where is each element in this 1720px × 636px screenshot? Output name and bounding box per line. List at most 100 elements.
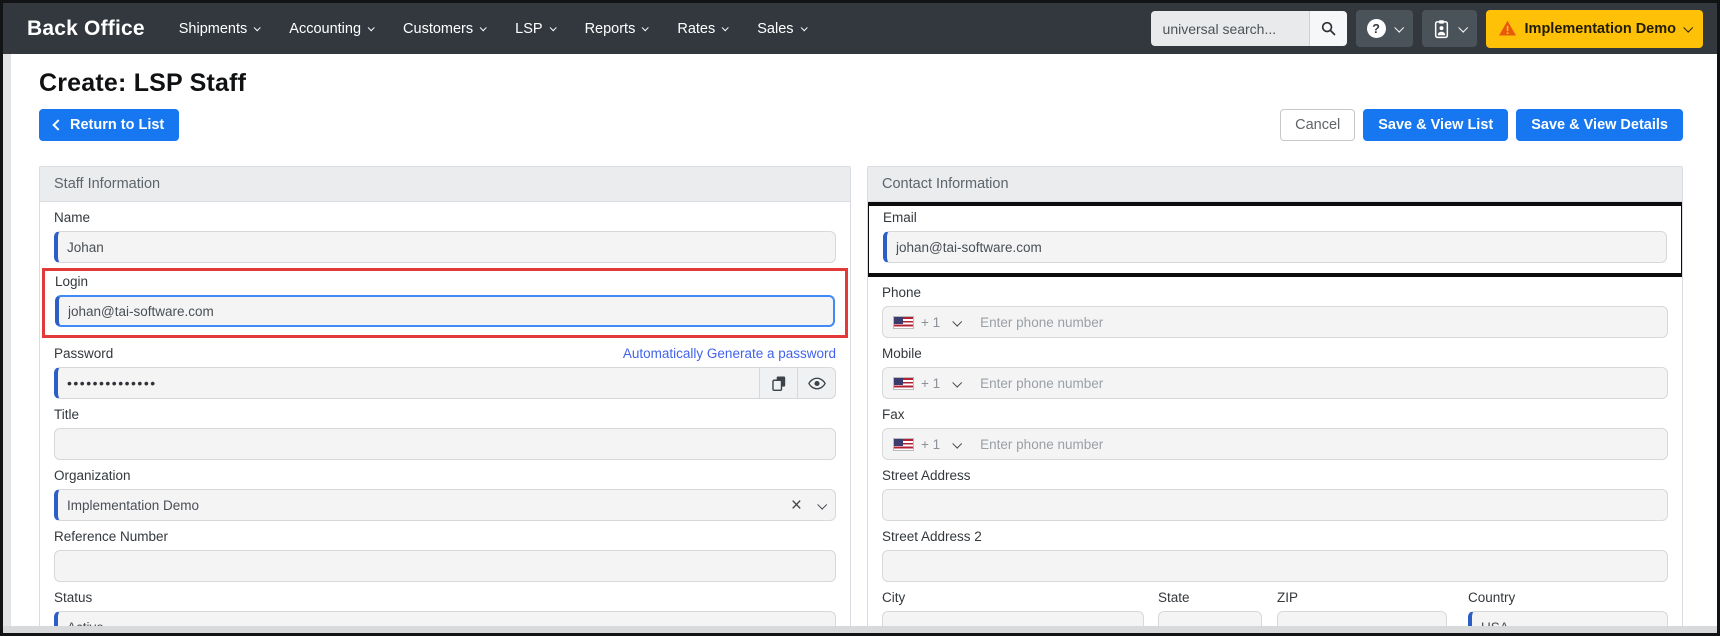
name-input[interactable] [54,231,836,263]
organization-select[interactable]: Implementation Demo × [54,489,836,521]
reference-number-input[interactable] [54,550,836,582]
chevron-left-icon [52,119,64,131]
dial-code: + 1 [921,375,941,391]
nav-item-shipments[interactable]: Shipments [178,20,262,37]
title-label: Title [54,407,80,422]
nav-label: LSP [515,20,543,37]
save-view-list-button[interactable]: Save & View List [1363,109,1509,141]
phone-label: Phone [882,285,922,300]
navbar-tools: ? Implementation Demo [1150,9,1703,48]
clipboard-menu-button[interactable] [1421,10,1477,47]
street-address-label: Street Address [882,468,971,483]
chevron-down-icon [253,24,262,32]
main-menu: Shipments Accounting Customers LSP Repor… [178,20,808,37]
email-input[interactable] [883,231,1667,263]
password-label: Password [54,346,114,361]
nav-item-lsp[interactable]: LSP [515,20,557,37]
copy-password-button[interactable] [760,367,798,399]
chevron-down-icon [800,24,808,32]
nav-item-customers[interactable]: Customers [403,20,487,37]
chevron-down-icon [367,24,375,32]
form-panels: Staff Information Name Login Password Au… [39,166,1683,632]
chevron-down-icon [952,438,963,449]
us-flag-icon [893,437,914,451]
nav-item-reports[interactable]: Reports [584,20,650,37]
app-brand: Back Office [27,16,145,40]
zip-label: ZIP [1277,590,1299,605]
contact-panel-title: Contact Information [868,167,1682,202]
organization-label: Organization [54,468,131,483]
password-input[interactable] [54,367,760,399]
mobile-label: Mobile [882,346,922,361]
status-label: Status [54,590,93,605]
clipboard-icon [1434,19,1448,38]
email-label: Email [883,210,917,225]
copy-icon [771,376,785,391]
reference-number-label: Reference Number [54,529,169,544]
show-password-button[interactable] [798,367,836,399]
left-edge-strip [3,54,11,633]
help-icon: ? [1366,19,1386,38]
nav-label: Reports [584,20,636,37]
nav-label: Accounting [289,20,362,37]
email-highlight-annotation: Email [868,202,1682,277]
title-input[interactable] [54,428,836,460]
eye-icon [807,377,826,389]
fax-placeholder: Enter phone number [980,436,1104,452]
return-to-list-button[interactable]: Return to List [39,109,180,141]
chevron-down-icon [1393,22,1404,33]
login-highlight-annotation: Login [42,268,848,338]
login-label: Login [55,274,89,289]
name-label: Name [54,210,91,225]
nav-item-sales[interactable]: Sales [757,20,808,37]
us-flag-icon [893,376,914,390]
phone-placeholder: Enter phone number [980,314,1104,330]
nav-label: Rates [677,20,716,37]
staff-panel-title: Staff Information [40,167,850,202]
universal-search [1150,11,1347,46]
us-flag-icon [893,315,914,329]
fax-label: Fax [882,407,905,422]
help-menu-button[interactable]: ? [1355,10,1413,47]
search-icon [1321,21,1335,36]
return-to-list-label: Return to List [70,117,165,133]
nav-item-rates[interactable]: Rates [677,20,729,37]
city-label: City [882,590,906,605]
nav-item-accounting[interactable]: Accounting [289,20,375,37]
save-view-details-button[interactable]: Save & View Details [1516,109,1683,141]
login-input[interactable] [55,295,835,327]
page-content: Create: LSP Staff Return to List Cancel … [3,54,1717,632]
nav-label: Shipments [178,20,248,37]
environment-button[interactable]: Implementation Demo [1485,9,1703,48]
staff-information-panel: Staff Information Name Login Password Au… [39,166,851,632]
organization-value: Implementation Demo [67,497,200,513]
chevron-down-icon [952,316,963,327]
chevron-down-icon [817,499,828,510]
cancel-button[interactable]: Cancel [1280,109,1356,141]
page-title: Create: LSP Staff [39,69,247,97]
search-button[interactable] [1308,11,1347,46]
form-actions: Cancel Save & View List Save & View Deta… [1280,109,1683,141]
environment-label: Implementation Demo [1524,20,1676,37]
chevron-down-icon [642,24,650,32]
chevron-down-icon [1683,22,1694,33]
fax-input[interactable]: + 1 Enter phone number [882,428,1668,460]
country-label: Country [1468,590,1516,605]
dial-code: + 1 [921,436,941,452]
generate-password-link[interactable]: Automatically Generate a password [623,346,836,361]
phone-input[interactable]: + 1 Enter phone number [882,306,1668,338]
nav-label: Customers [403,20,474,37]
chevron-down-icon [952,377,963,388]
street-address-2-input[interactable] [882,550,1668,582]
password-input-group [54,367,836,399]
chevron-down-icon [479,24,487,32]
chevron-down-icon [1457,22,1468,33]
universal-search-input[interactable] [1150,11,1309,46]
state-label: State [1158,590,1190,605]
chevron-down-icon [721,24,729,32]
nav-label: Sales [757,20,794,37]
street-address-input[interactable] [882,489,1668,521]
mobile-input[interactable]: + 1 Enter phone number [882,367,1668,399]
clear-icon[interactable]: × [791,496,802,515]
bottom-edge-strip [3,626,1717,633]
